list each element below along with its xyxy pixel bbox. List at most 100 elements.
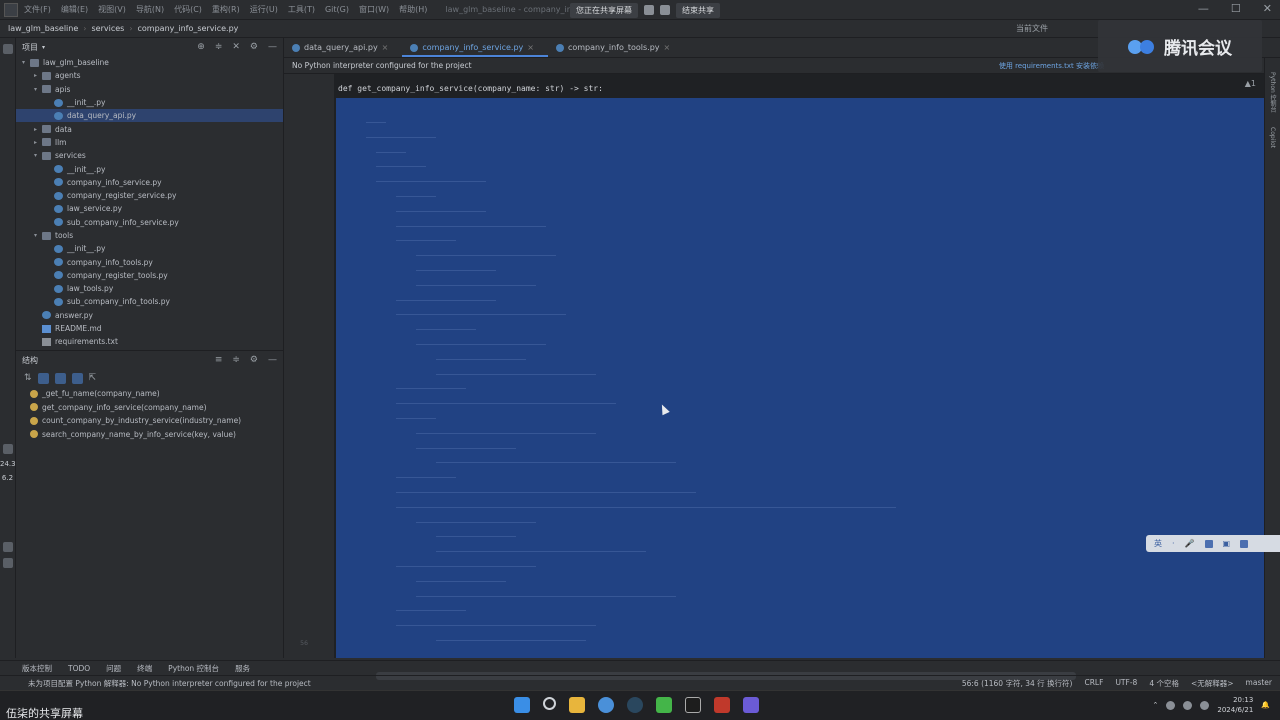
editor-tab[interactable]: company_info_service.py × <box>402 43 548 57</box>
copilot-tab[interactable]: Copilot <box>1269 127 1276 148</box>
chevron-down-icon[interactable]: ▾ <box>34 232 42 239</box>
wechat-icon[interactable] <box>656 697 672 713</box>
menu-code[interactable]: 代码(C) <box>174 4 202 15</box>
file-explorer-icon[interactable] <box>569 697 585 713</box>
tree-item[interactable]: law_tools.py <box>16 282 283 295</box>
locate-icon[interactable]: ⊕ <box>197 42 205 52</box>
show-fields-icon[interactable] <box>37 372 49 384</box>
git-branch[interactable]: master <box>1246 678 1272 689</box>
clock[interactable]: 20:13 2024/6/21 <box>1217 695 1253 715</box>
tree-item[interactable]: ▾ law_glm_baseline <box>16 56 283 69</box>
bottom-tool-tab[interactable]: 问题 <box>106 663 121 674</box>
indent-setting[interactable]: 4 个空格 <box>1149 678 1179 689</box>
pycharm-taskbar-icon[interactable] <box>685 697 701 713</box>
tree-item[interactable]: ▾ tools <box>16 229 283 242</box>
scroll-from-source-icon[interactable]: ⇱ <box>89 373 97 383</box>
gear-icon[interactable]: ⚙ <box>250 42 258 52</box>
structure-item[interactable]: search_company_name_by_info_service(key,… <box>16 428 283 442</box>
bookmarks-tool-icon[interactable] <box>2 558 13 568</box>
filter-icon[interactable] <box>71 372 83 384</box>
breadcrumb-project[interactable]: law_glm_baseline <box>8 24 78 33</box>
close-icon[interactable]: ✕ <box>232 42 240 52</box>
volume-icon[interactable] <box>1183 700 1193 710</box>
grid-icon[interactable] <box>1240 539 1249 548</box>
camera-icon[interactable] <box>660 5 670 15</box>
tree-item[interactable]: sub_company_info_service.py <box>16 216 283 229</box>
mic-icon[interactable]: 🎤 <box>1185 539 1195 548</box>
chevron-down-icon[interactable]: ▾ <box>42 44 45 51</box>
status-message[interactable]: 未为项目配置 Python 解释器: No Python interpreter… <box>0 678 311 689</box>
expand-icon[interactable]: ≑ <box>232 355 240 365</box>
editor-tab[interactable]: company_info_tools.py × <box>548 43 684 57</box>
show-inherited-icon[interactable] <box>54 372 66 384</box>
stop-share-button[interactable]: 结束共享 <box>676 2 720 18</box>
gear-icon[interactable]: ⚙ <box>250 355 258 365</box>
tree-item[interactable]: ▸ agents <box>16 69 283 82</box>
menu-git[interactable]: Git(G) <box>325 5 349 14</box>
bottom-tool-tab[interactable]: 终端 <box>137 663 152 674</box>
sort-icon[interactable]: ≡ <box>215 355 223 365</box>
interpreter-selector[interactable]: <无解释器> <box>1191 678 1234 689</box>
install-requirements-link[interactable]: 使用 requirements.txt 安装依赖 <box>999 61 1104 71</box>
python-console-tab[interactable]: Python 控制台 <box>1268 72 1277 113</box>
chevron-down-icon[interactable]: ▾ <box>34 86 42 93</box>
app-icon[interactable] <box>743 697 759 713</box>
tree-item[interactable]: answer.py <box>16 309 283 322</box>
hide-icon[interactable]: — <box>268 355 277 365</box>
close-icon[interactable]: ✕ <box>1263 2 1272 15</box>
commit-tool-icon[interactable] <box>2 444 13 454</box>
punct-icon[interactable]: · <box>1172 539 1175 548</box>
chevron-right-icon[interactable]: ▸ <box>34 126 42 133</box>
bottom-tool-tab[interactable]: 版本控制 <box>22 663 52 674</box>
wifi-icon[interactable] <box>1166 700 1176 710</box>
sort-alpha-icon[interactable]: ⇅ <box>24 373 32 383</box>
maximize-icon[interactable]: ☐ <box>1231 2 1241 15</box>
tree-item[interactable]: ▾ services <box>16 149 283 162</box>
structure-tool-icon[interactable] <box>2 542 13 552</box>
wps-icon[interactable] <box>714 697 730 713</box>
steam-icon[interactable] <box>627 697 643 713</box>
tree-item[interactable]: ▸ llm <box>16 136 283 149</box>
hide-icon[interactable]: — <box>268 42 277 52</box>
project-tool-icon[interactable] <box>2 44 13 54</box>
chevron-down-icon[interactable]: ▾ <box>22 59 30 66</box>
tree-item[interactable]: company_register_tools.py <box>16 269 283 282</box>
chevron-down-icon[interactable]: ▾ <box>34 152 42 159</box>
tree-item[interactable]: ▾ apis <box>16 83 283 96</box>
line-separator[interactable]: CRLF <box>1084 678 1103 689</box>
browser-icon[interactable] <box>598 697 614 713</box>
lang-icon[interactable]: 英 <box>1154 538 1162 549</box>
chevron-up-icon[interactable]: ⌃ <box>1153 701 1159 709</box>
chevron-right-icon[interactable]: ▸ <box>34 139 42 146</box>
close-icon[interactable]: × <box>664 43 671 52</box>
tree-item[interactable]: sub_company_info_tools.py <box>16 295 283 308</box>
notification-icon[interactable]: 🔔 <box>1261 701 1270 709</box>
chevron-right-icon[interactable]: ▸ <box>34 72 42 79</box>
menu-file[interactable]: 文件(F) <box>24 4 51 15</box>
keyboard-icon[interactable] <box>1204 539 1213 548</box>
pause-icon[interactable] <box>644 5 654 15</box>
editor-tab[interactable]: data_query_api.py × <box>284 43 402 57</box>
menu-navigate[interactable]: 导航(N) <box>136 4 164 15</box>
close-icon[interactable]: × <box>527 43 534 52</box>
tree-item[interactable]: __init__.py <box>16 242 283 255</box>
caret-position[interactable]: 56:6 (1160 字符, 34 行 换行符) <box>962 678 1073 689</box>
tree-item[interactable]: data_query_api.py <box>16 109 283 123</box>
structure-item[interactable]: get_company_info_service(company_name) <box>16 401 283 415</box>
structure-item[interactable]: _get_fu_name(company_name) <box>16 387 283 401</box>
tree-item[interactable]: requirements.txt <box>16 335 283 348</box>
tree-item[interactable]: company_info_tools.py <box>16 255 283 268</box>
shirt-icon[interactable]: ▣ <box>1223 539 1231 548</box>
menu-help[interactable]: 帮助(H) <box>399 4 427 15</box>
menu-run[interactable]: 运行(U) <box>250 4 278 15</box>
inspection-badge[interactable]: ▲1 <box>1245 79 1256 88</box>
code-editor[interactable]: def get_company_info_service(company_nam… <box>334 74 1264 680</box>
run-config-selector[interactable]: 当前文件 <box>1016 23 1048 34</box>
collapse-all-icon[interactable]: ≑ <box>215 42 223 52</box>
menu-tools[interactable]: 工具(T) <box>288 4 315 15</box>
menu-refactor[interactable]: 重构(R) <box>212 4 240 15</box>
menu-window[interactable]: 窗口(W) <box>359 4 389 15</box>
bottom-tool-tab[interactable]: TODO <box>68 664 90 673</box>
tree-item[interactable]: __init__.py <box>16 96 283 109</box>
tree-item[interactable]: law_service.py <box>16 202 283 215</box>
